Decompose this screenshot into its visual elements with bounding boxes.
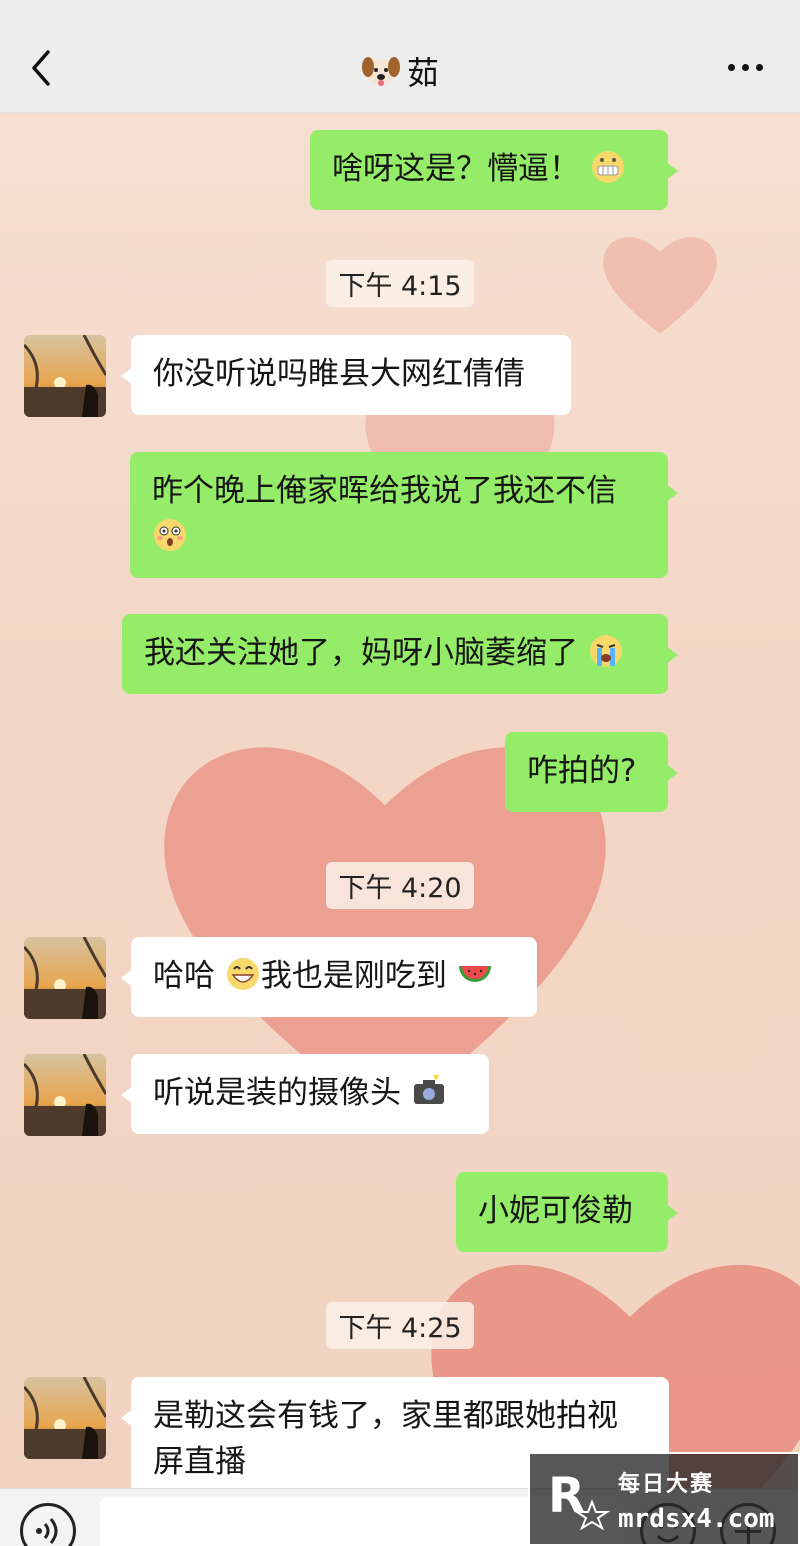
more-dots-icon (728, 64, 735, 71)
watermark: R 每日大赛 mrdsx4.com (528, 1452, 800, 1546)
more-options-button[interactable] (728, 58, 764, 78)
message-bubble-sent[interactable]: 啥呀这是？懵逼！ (310, 130, 678, 210)
timestamp-text: 下午 4:20 (326, 862, 474, 909)
message-text: 昨个晚上俺家晖给我说了我还不信 (152, 473, 617, 509)
watermark-title: 每日大赛 (618, 1472, 715, 1497)
grimace-emoji (591, 151, 624, 183)
avatar-contact[interactable] (24, 937, 106, 1019)
timestamp: 下午 4:15 (0, 260, 800, 307)
dog-face-emoji (361, 57, 400, 86)
message-bubble-sent[interactable]: 咋拍的? (505, 732, 678, 812)
message-bubble-received[interactable]: 你没听说吗睢县大网红倩倩 (121, 335, 571, 415)
timestamp-text: 下午 4:15 (326, 260, 474, 307)
message-text: 小妮可俊勒 (478, 1193, 633, 1229)
timestamp: 下午 4:20 (0, 862, 800, 909)
avatar-contact[interactable] (24, 1377, 106, 1459)
watermelon-emoji (458, 966, 491, 982)
avatar-contact[interactable] (24, 335, 106, 417)
message-text: 我还关注她了，妈呀小脑萎缩了 (144, 635, 578, 671)
message-text: 听说是装的摄像头 (153, 1075, 401, 1111)
message-text: 咋拍的? (527, 753, 637, 789)
timestamp: 下午 4:25 (0, 1302, 800, 1349)
avatar-contact-photo (24, 1054, 106, 1136)
avatar-contact-photo (24, 1377, 106, 1459)
camera-flash-emoji (413, 1075, 444, 1104)
message-text: 哈哈 (153, 958, 215, 994)
message-bubble-received[interactable]: 哈哈 我也是刚吃到 (121, 937, 537, 1017)
shocked-emoji (154, 519, 186, 551)
more-dots-icon (742, 64, 749, 71)
watermark-url: mrdsx4.com (618, 1504, 775, 1534)
message-text: 我也是刚吃到 (260, 958, 447, 994)
svg-text:R: R (548, 1468, 585, 1524)
timestamp-text: 下午 4:25 (326, 1302, 474, 1349)
message-bubble-received[interactable]: 听说是装的摄像头 (121, 1054, 489, 1134)
voice-button[interactable] (20, 1503, 76, 1546)
message-text: 你没听说吗睢县大网红倩倩 (153, 356, 525, 392)
message-text: 啥呀这是？懵逼！ (332, 151, 580, 187)
watermark-logo: R (548, 1468, 611, 1531)
crying-emoji (589, 635, 622, 667)
chat-screen: 茹 啥呀这是？懵逼！ 下午 4:15 你没听说吗睢县大网红倩倩 昨个晚上俺家晖给… (0, 0, 800, 1546)
message-bubble-sent[interactable]: 我还关注她了，妈呀小脑萎缩了 (122, 614, 678, 694)
chat-title-text: 茹 (406, 54, 439, 92)
chat-wallpaper (0, 112, 800, 1488)
chat-title: 茹 (0, 48, 800, 94)
more-dots-icon (756, 64, 763, 71)
voice-icon (36, 1518, 58, 1544)
avatar-contact-photo (24, 937, 106, 1019)
chat-header: 茹 (0, 0, 800, 113)
message-bubble-sent[interactable]: 小妮可俊勒 (456, 1172, 678, 1252)
avatar-contact[interactable] (24, 1054, 106, 1136)
grin-emoji (226, 958, 259, 990)
avatar-contact-photo (24, 335, 106, 417)
message-bubble-sent[interactable]: 昨个晚上俺家晖给我说了我还不信 (130, 452, 678, 578)
